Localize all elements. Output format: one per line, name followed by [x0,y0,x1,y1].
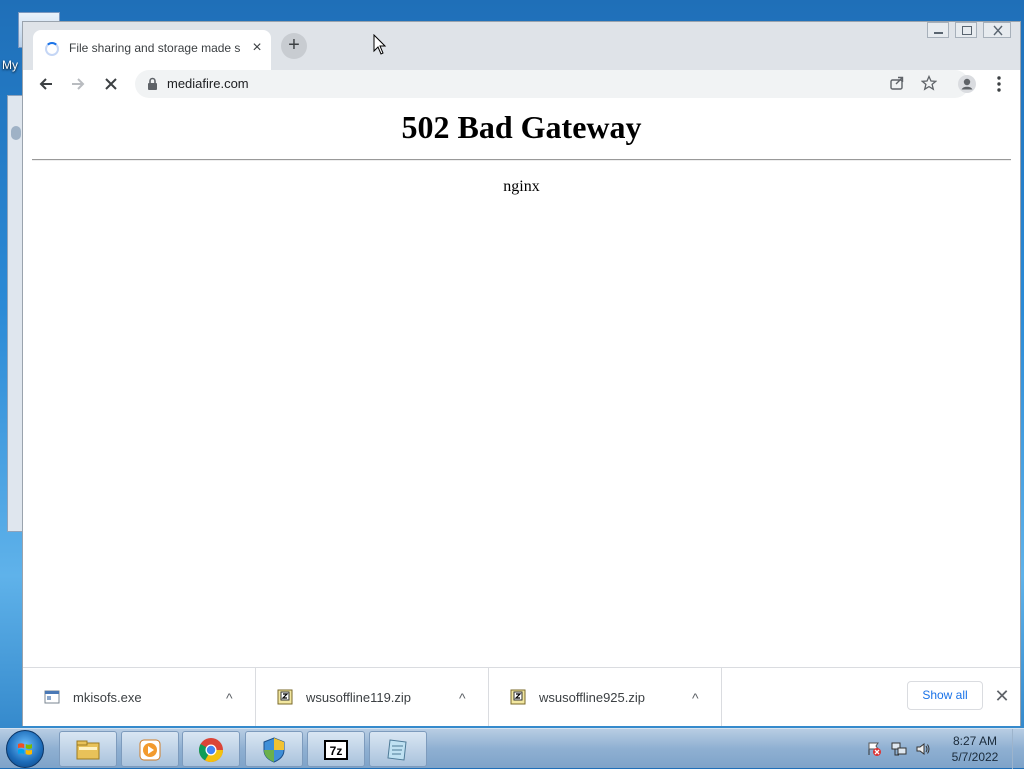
more-vert-icon [997,76,1001,92]
bookmark-star-icon[interactable] [921,75,937,91]
download-item[interactable]: wsusoffline925.zip ^ [489,668,722,726]
server-name: nginx [503,178,540,195]
taskbar-chrome[interactable] [182,731,240,767]
browser-toolbar: mediafire.com [23,70,1020,100]
exe-file-icon [44,690,60,704]
profile-avatar-icon [958,75,976,93]
chrome-icon [198,738,223,763]
clock-time: 8:27 AM [952,734,998,748]
desktop-icon-label: My [2,58,18,72]
download-item[interactable]: mkisofs.exe ^ [23,668,256,726]
mouse-cursor-icon [373,34,387,55]
arrow-right-icon [72,78,85,90]
volume-icon[interactable] [915,741,931,757]
taskbar: 7z 8:27 AM 5/7/2022 [0,728,1024,769]
download-filename: wsusoffline925.zip [539,690,645,705]
taskbar-7zip[interactable]: 7z [307,731,365,767]
security-shield-icon [263,737,285,763]
show-desktop-button[interactable] [1012,729,1024,769]
new-tab-button[interactable]: + [281,33,307,59]
taskbar-media-player[interactable] [121,731,179,767]
taskbar-file-explorer[interactable] [59,731,117,767]
stop-loading-button[interactable] [97,70,125,98]
taskbar-clock[interactable]: 8:27 AM 5/7/2022 [940,733,1010,765]
address-bar[interactable]: mediafire.com [135,70,969,98]
profile-button[interactable] [953,70,981,98]
close-downloads-bar-button[interactable]: ✕ [991,685,1013,707]
chevron-up-icon[interactable]: ^ [692,690,699,706]
tab-active[interactable]: File sharing and storage made simple × [33,30,271,70]
zip-file-icon [510,689,526,705]
clock-date: 5/7/2022 [951,750,999,764]
arrow-left-icon [39,78,52,90]
download-item[interactable]: wsusoffline119.zip ^ [256,668,489,726]
taskbar-notepad[interactable] [369,731,427,767]
notepad-icon [387,739,407,761]
title-bar: File sharing and storage made simple × + [23,22,1020,70]
browser-window: File sharing and storage made simple × + [22,21,1021,726]
error-heading: 502 Bad Gateway [401,109,642,145]
url-text[interactable]: mediafire.com [167,76,249,91]
taskbar-security-app[interactable] [245,731,303,767]
chevron-up-icon[interactable]: ^ [226,690,233,706]
lock-icon[interactable] [147,77,158,91]
svg-text:7z: 7z [330,744,343,758]
network-icon[interactable] [891,741,907,757]
back-button[interactable] [32,70,60,98]
browser-menu-button[interactable] [985,70,1013,98]
show-all-downloads-button[interactable]: Show all [907,681,983,710]
forward-button[interactable] [64,70,92,98]
close-window-button[interactable] [983,22,1011,38]
chevron-up-icon[interactable]: ^ [459,690,466,706]
tab-close-button[interactable]: × [247,38,267,58]
download-filename: wsusoffline119.zip [306,690,412,705]
tab-title: File sharing and storage made simple [69,41,241,55]
share-icon[interactable] [889,75,905,91]
downloads-bar: mkisofs.exe ^ wsusoffline119.zip ^ wsuso… [23,667,1020,726]
7zip-icon: 7z [324,740,348,760]
action-center-flag-icon[interactable] [866,741,882,757]
media-player-icon [139,739,161,761]
windows-logo-icon [18,743,32,755]
maximize-button[interactable] [955,22,977,38]
loading-spinner-icon [45,42,59,56]
file-explorer-icon [76,740,100,760]
divider [32,159,1011,161]
page-content: 502 Bad Gateway nginx [23,101,1020,667]
zip-file-icon [277,689,293,705]
minimize-button[interactable] [927,22,949,38]
stop-icon [105,78,117,90]
start-button[interactable] [6,730,44,768]
download-filename: mkisofs.exe [73,690,142,705]
